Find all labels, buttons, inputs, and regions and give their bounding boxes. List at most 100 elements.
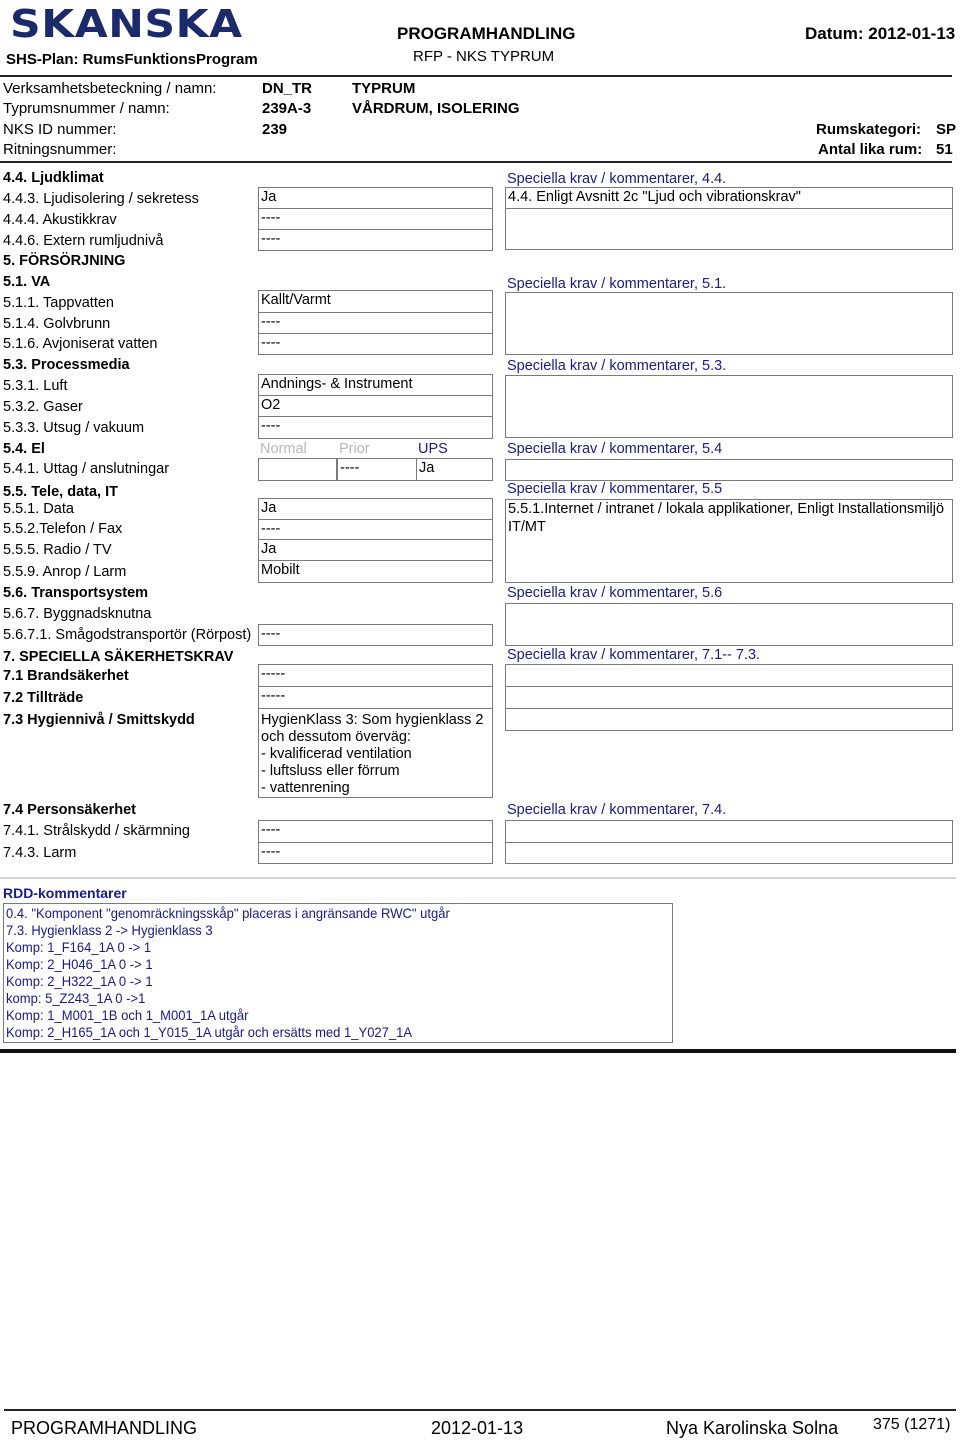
section-title-5-5: 5.5. Tele, data, IT [3,484,118,500]
field-value-utsug-vakuum[interactable]: ---- [258,416,493,439]
field-value-anrop-larm[interactable]: Mobilt [258,560,493,583]
hygiene-text-line: - vattenrening [261,780,350,796]
field-value-smagodstransportor[interactable]: ---- [258,624,493,646]
hygiene-text-line: - luftsluss eller förrum [261,763,400,779]
footer-page-number: 375 (1271) [873,1416,951,1433]
field-label: 7.4.3. Larm [3,845,77,861]
column-header-prior: Prior [339,441,370,457]
hygiene-text-line: - kvalificerad ventilation [261,746,412,762]
rdd-comment-line: 0.4. "Komponent "genomräckningsskåp" pla… [6,905,450,921]
field-value-tappvatten[interactable]: Kallt/Varmt [258,290,493,313]
rdd-divider [0,877,956,879]
field-value-avjoniserat-vatten[interactable]: ---- [258,333,493,355]
comment-field-5-4[interactable] [505,459,953,481]
section-title-7-4: 7.4 Personsäkerhet [3,802,136,818]
comment-label-5-5: Speciella krav / kommentarer, 5.5 [507,481,723,497]
field-value-stralskydd[interactable]: ---- [258,820,493,843]
comment-field-5-5[interactable]: 5.5.1.Internet / intranet / lokala appli… [505,499,953,583]
section-title-5-4: 5.4. El [3,441,45,457]
comment-field-7-1[interactable] [505,664,953,687]
rdd-bottom-rule [0,1049,956,1053]
antal-value: 51 [936,141,953,158]
field-label: 7.1 Brandsäkerhet [3,668,129,684]
info-code: 239A-3 [262,100,312,117]
info-divider [0,161,952,163]
footer-document-type: PROGRAMHANDLING [11,1418,198,1438]
field-value-larm[interactable]: ---- [258,842,493,864]
comment-field-4-4-line2[interactable] [505,208,953,250]
field-label: 4.4.6. Extern rumljudnivå [3,233,164,249]
field-label: 5.5.1. Data [3,501,74,517]
field-value-uttag-ups[interactable]: Ja [416,458,493,481]
rumskategori-label: Rumskategori: [816,121,922,138]
comment-label-5-1: Speciella krav / kommentarer, 5.1. [507,276,727,292]
rdd-comment-line: Komp: 2_H322_1A 0 -> 1 [6,973,153,989]
info-label: NKS ID nummer: [3,121,117,138]
antal-label: Antal lika rum: [818,141,923,158]
field-label: 7.4.1. Strålskydd / skärmning [3,823,190,839]
comment-label-4-4: Speciella krav / kommentarer, 4.4. [507,171,727,187]
section-title-5: 5. FÖRSÖRJNING [3,253,126,269]
comment-text-line: IT/MT [508,519,546,535]
field-label: 4.4.3. Ljudisolering / sekretess [3,191,199,207]
comment-label-7-4: Speciella krav / kommentarer, 7.4. [507,802,727,818]
field-label: 5.1.4. Golvbrunn [3,316,111,332]
document-date: Datum: 2012-01-13 [805,24,956,43]
field-value-tilltrade[interactable]: ----- [258,686,493,709]
field-value-akustikkrav[interactable]: ---- [258,208,493,230]
rumskategori-value: SP [936,121,957,138]
comment-label-5-4: Speciella krav / kommentarer, 5.4 [507,441,723,457]
field-value-golvbrunn[interactable]: ---- [258,312,493,334]
field-value-gaser[interactable]: O2 [258,395,493,417]
section-title-5-1: 5.1. VA [3,274,51,290]
field-label: 5.1.1. Tappvatten [3,295,114,311]
field-label: 5.5.5. Radio / TV [3,542,112,558]
rdd-comments-box[interactable]: 0.4. "Komponent "genomräckningsskåp" pla… [3,903,673,1043]
field-value-telefon-fax[interactable]: ---- [258,519,493,540]
column-header-normal: Normal [260,441,307,457]
hygiene-text-line: HygienKlass 3: Som hygienklass 2 [261,712,484,728]
comment-field-7-4-1[interactable] [505,820,953,843]
field-value-luft[interactable]: Andnings- & Instrument [258,374,493,396]
rdd-comment-line: Komp: 2_H165_1A och 1_Y015_1A utgår och … [6,1024,413,1040]
skanska-logo: SKANSKA [10,2,243,46]
footer-project: Nya Karolinska Solna [666,1418,839,1438]
field-value-radio-tv[interactable]: Ja [258,539,493,561]
field-value-ljudisolering[interactable]: Ja [258,187,493,209]
rdd-title: RDD-kommentarer [3,885,127,901]
section-title-5-6: 5.6. Transportsystem [3,585,149,601]
section-title-4-4: 4.4. Ljudklimat [3,170,104,186]
comment-field-5-6[interactable] [505,603,953,646]
field-label: 5.1.6. Avjoniserat vatten [3,336,158,352]
rdd-comment-line: Komp: 1_F164_1A 0 -> 1 [6,939,152,955]
field-value-extern-rumljudniva[interactable]: ---- [258,229,493,251]
field-value-uttag-prior[interactable]: ---- [337,458,417,481]
field-value-hygienniva[interactable]: HygienKlass 3: Som hygienklass 2 och des… [258,708,493,798]
subsection-title-5-6-7: 5.6.7. Byggnadsknutna [3,606,152,622]
field-label: 5.3.2. Gaser [3,399,83,415]
footer-divider [4,1409,956,1411]
info-label: Verksamhetsbeteckning / namn: [3,80,217,97]
comment-field-5-3[interactable] [505,375,953,438]
comment-field-7-3[interactable] [505,708,953,731]
field-value-data[interactable]: Ja [258,498,493,520]
column-header-ups: UPS [418,441,448,457]
comment-label-5-3: Speciella krav / kommentarer, 5.3. [507,358,727,374]
info-code: 239 [262,121,288,138]
comment-text-line: 5.5.1.Internet / intranet / lokala appli… [508,501,945,517]
footer-date: 2012-01-13 [431,1418,524,1438]
comment-label-7-1-7-3: Speciella krav / kommentarer, 7.1-- 7.3. [507,647,761,663]
field-value-uttag-normal[interactable] [258,458,337,481]
comment-field-7-4-3[interactable] [505,842,953,864]
rdd-comment-line: Komp: 1_M001_1B och 1_M001_1A utgår [6,1007,249,1023]
document-subtitle: RFP - NKS TYPRUM [413,48,555,65]
rdd-comment-line: 7.3. Hygienklass 2 -> Hygienklass 3 [6,922,213,938]
info-code: DN_TR [262,80,313,97]
field-label: 4.4.4. Akustikkrav [3,212,117,228]
comment-field-5-1[interactable] [505,292,953,355]
field-label: 7.2 Tillträde [3,690,84,706]
comment-field-4-4-line1[interactable]: 4.4. Enligt Avsnitt 2c "Ljud och vibrati… [505,187,953,209]
field-value-brandsakerhet[interactable]: ----- [258,664,493,687]
comment-field-7-2[interactable] [505,686,953,709]
field-label: 5.4.1. Uttag / anslutningar [3,461,170,477]
